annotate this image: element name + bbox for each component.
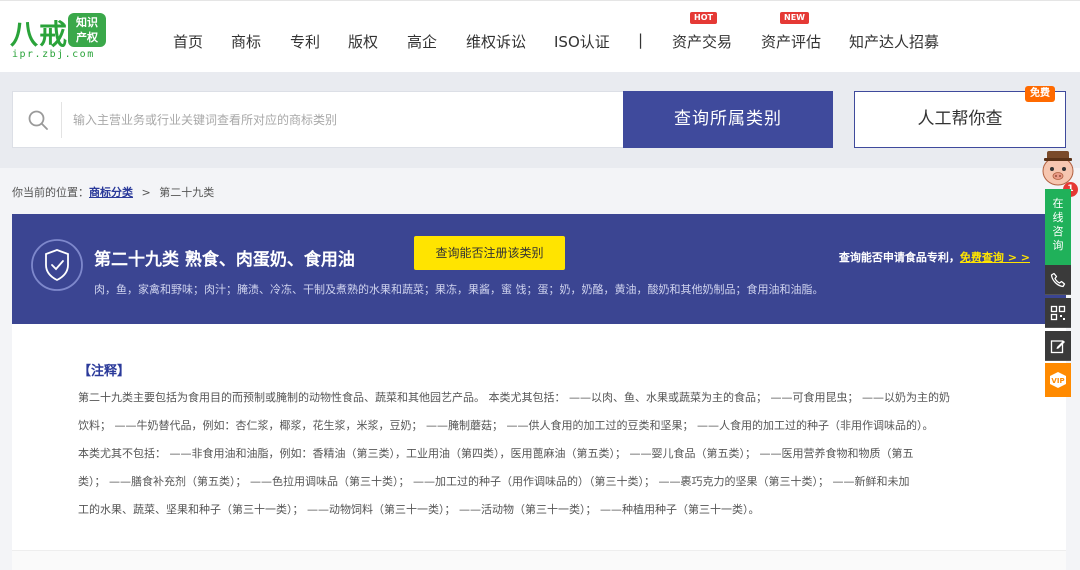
search-input[interactable] [73, 106, 613, 134]
query-category-button[interactable]: 查询所属类别 [623, 91, 833, 148]
nav-iso[interactable]: ISO认证 [554, 31, 610, 52]
online-consult-button[interactable]: 在 线 咨 询 [1045, 189, 1071, 265]
nav-high-tech[interactable]: 高企 [407, 31, 437, 52]
hot-badge: HOT [690, 12, 717, 24]
breadcrumb-link-trademark-category[interactable]: 商标分类 [89, 186, 133, 199]
manual-help-button[interactable]: 人工帮你查 免费 [854, 86, 1066, 148]
phone-icon [1050, 272, 1066, 288]
logo-badge-line2: 产权 [76, 31, 98, 44]
food-patent-text: 查询能否申请食品专利， [838, 251, 960, 264]
nav-trademark[interactable]: 商标 [231, 31, 261, 52]
food-patent-note: 查询能否申请食品专利，免费查询 > > [839, 249, 1030, 265]
breadcrumb-prefix: 你当前的位置： [12, 186, 89, 199]
search-icon [28, 110, 48, 130]
nav-recruit[interactable]: 知产达人招募 [849, 31, 939, 52]
notes-line: 工的水果、蔬菜、坚果和种子（第三十一类）； ——动物饲料（第三十一类）； ——活… [78, 503, 760, 516]
nav-asset-trade[interactable]: 资产交易 [672, 31, 732, 52]
logo-badge: 知识 产权 [68, 13, 106, 47]
nav-rights-litigation[interactable]: 维权诉讼 [466, 31, 526, 52]
breadcrumb-current: 第二十九类 [159, 186, 215, 199]
consult-char: 咨 [1052, 225, 1064, 238]
qrcode-icon [1050, 305, 1066, 321]
nav-home[interactable]: 首页 [173, 31, 203, 52]
breadcrumb-separator: > [141, 186, 151, 199]
qrcode-button[interactable] [1045, 298, 1071, 328]
logo-domain: ipr.zbj.com [12, 49, 95, 60]
shield-icon [31, 239, 83, 291]
notes-title: 【注释】 [78, 364, 131, 379]
svg-text:VIP: VIP [1051, 377, 1064, 385]
notes-panel: 【注释】 第二十九类主要包括为食用目的而预制或腌制的动物性食品、蔬菜和其他园艺产… [12, 324, 1066, 550]
free-badge: 免费 [1025, 86, 1055, 102]
site-logo[interactable]: 八戒 知识 产权 ipr.zbj.com [10, 11, 106, 63]
phone-button[interactable] [1045, 265, 1071, 295]
feedback-button[interactable] [1045, 331, 1071, 361]
notes-line: 饮料； ——牛奶替代品，例如：杏仁浆，椰浆，花生浆，米浆，豆奶； ——腌制蘑菇；… [78, 419, 934, 432]
vip-button[interactable]: VIP [1045, 363, 1071, 397]
nav-copyright[interactable]: 版权 [348, 31, 378, 52]
free-query-link[interactable]: 免费查询 > > [960, 251, 1030, 264]
class-description: 肉，鱼，家禽和野味；肉汁；腌渍、冷冻、干制及煮熟的水果和蔬菜；果冻，果酱，蜜 饯… [94, 283, 824, 296]
notes-line: 本类尤其不包括： ——非食用油和油脂，例如：香精油（第三类），工业用油（第四类）… [78, 447, 914, 460]
class-banner: 第二十九类 熟食、肉蛋奶、食用油 查询能否注册该类别 肉，鱼，家禽和野味；肉汁；… [12, 214, 1066, 324]
new-badge: NEW [780, 12, 809, 24]
consult-char: 线 [1052, 211, 1064, 224]
nav-patent[interactable]: 专利 [290, 31, 320, 52]
consult-char: 询 [1052, 239, 1064, 252]
top-header: 八戒 知识 产权 ipr.zbj.com 首页 商标 专利 版权 高企 维权诉讼… [0, 0, 1080, 72]
nav-asset-evaluation[interactable]: 资产评估 [761, 31, 821, 52]
logo-brand: 八戒 [10, 18, 69, 51]
footer-strip [12, 550, 1066, 570]
notes-body: 第二十九类主要包括为食用目的而预制或腌制的动物性食品、蔬菜和其他园艺产品。 本类… [78, 384, 1002, 524]
search-box [12, 91, 623, 148]
class-title: 第二十九类 熟食、肉蛋奶、食用油 [94, 250, 355, 270]
edit-icon [1050, 340, 1065, 354]
check-registration-button[interactable]: 查询能否注册该类别 [414, 236, 565, 270]
notes-line: 第二十九类主要包括为食用目的而预制或腌制的动物性食品、蔬菜和其他园艺产品。 本类… [78, 391, 950, 404]
vip-icon: VIP [1050, 372, 1066, 388]
logo-badge-line1: 知识 [76, 16, 98, 29]
notes-line: 类）； ——膳食补充剂（第五类）； ——色拉用调味品（第三十类）； ——加工过的… [78, 475, 910, 488]
manual-help-label: 人工帮你查 [917, 109, 1003, 129]
search-divider [61, 102, 62, 138]
consult-char: 在 [1052, 197, 1064, 210]
nav-separator: | [638, 31, 644, 49]
breadcrumb: 你当前的位置：商标分类 > 第二十九类 [12, 184, 214, 200]
